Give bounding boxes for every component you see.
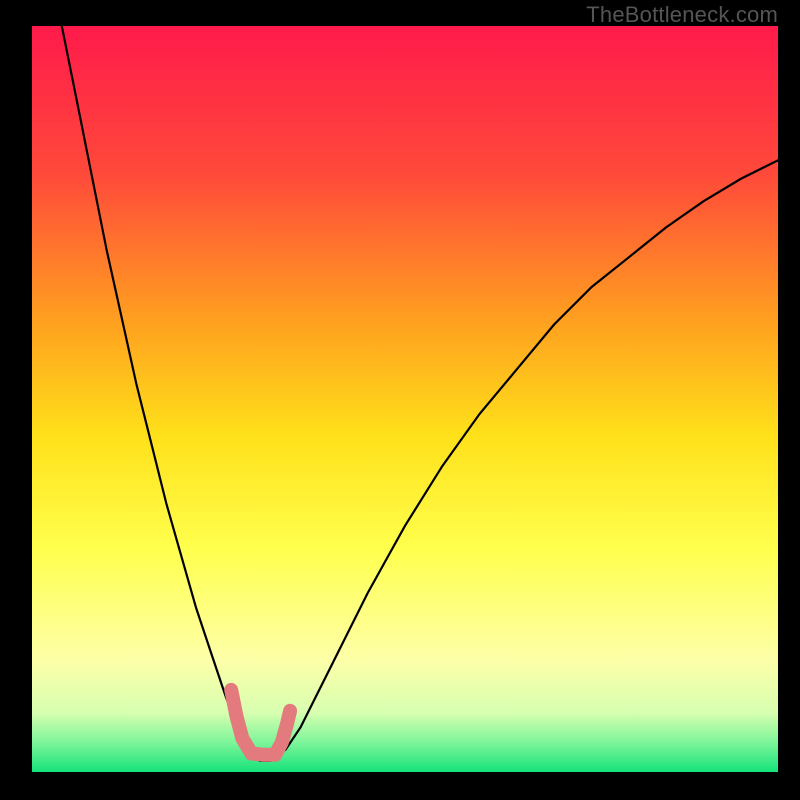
bottleneck-chart — [0, 0, 800, 800]
chart-frame: TheBottleneck.com — [0, 0, 800, 800]
gradient-background — [32, 26, 778, 772]
